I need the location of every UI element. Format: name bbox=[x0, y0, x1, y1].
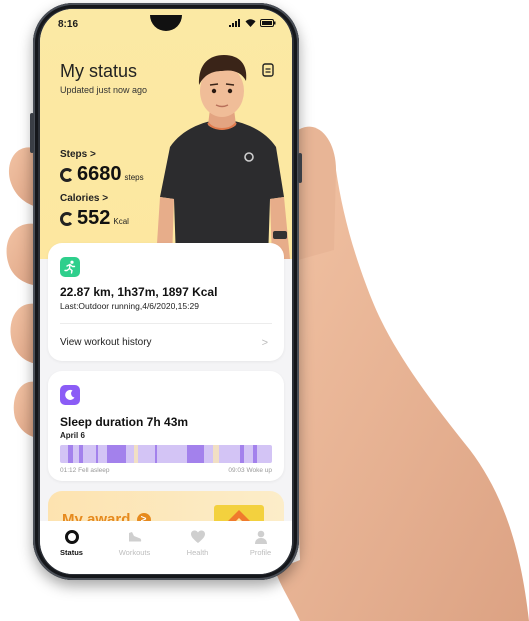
calories-unit: Kcal bbox=[113, 217, 129, 226]
steps-stat: 6680 steps bbox=[60, 163, 144, 186]
sleep-segment-light bbox=[157, 445, 188, 463]
volume-button bbox=[30, 113, 34, 153]
steps-unit: steps bbox=[124, 173, 144, 182]
calories-value: 552 bbox=[77, 207, 111, 229]
steps-ring-icon bbox=[60, 168, 74, 182]
page-title: My status bbox=[60, 61, 138, 81]
workout-card[interactable]: 22.87 km, 1h37m, 1897 Kcal Last:Outdoor … bbox=[48, 243, 284, 361]
sleep-segment-deep bbox=[106, 445, 126, 463]
heart-icon bbox=[190, 530, 205, 543]
sleep-segment-light bbox=[204, 445, 213, 463]
sleep-segment-deep bbox=[187, 445, 205, 463]
wifi-icon bbox=[245, 19, 256, 27]
workout-summary: 22.87 km, 1h37m, 1897 Kcal bbox=[60, 285, 218, 299]
person-icon bbox=[254, 530, 267, 544]
nav-profile-label: Profile bbox=[249, 548, 272, 557]
moon-icon bbox=[60, 385, 80, 405]
sleep-segment-light bbox=[218, 445, 241, 463]
battery-icon bbox=[260, 19, 276, 27]
sleep-start-time: 01:12 Fell asleep bbox=[60, 467, 110, 474]
sleep-date: April 6 bbox=[60, 431, 85, 440]
status-icons bbox=[229, 19, 276, 27]
steps-link[interactable]: Steps > bbox=[60, 149, 96, 160]
chevron-right-icon: > bbox=[261, 337, 268, 349]
sleep-segment-light bbox=[60, 445, 69, 463]
divider bbox=[60, 323, 272, 324]
status-header: My status Updated just now ago Steps > 6… bbox=[40, 9, 292, 259]
last-workout-text: Last:Outdoor running,4/6/2020,15:29 bbox=[60, 301, 199, 311]
sleep-segment-light bbox=[138, 445, 156, 463]
sleep-segment-light bbox=[244, 445, 253, 463]
sleep-card[interactable]: Sleep duration 7h 43m April 6 01:12 Fell… bbox=[48, 371, 284, 481]
clock: 8:16 bbox=[58, 19, 79, 30]
power-button bbox=[298, 153, 302, 183]
sleep-segment-light bbox=[83, 445, 97, 463]
nav-status[interactable]: Status bbox=[42, 529, 102, 574]
bottom-nav: Status Workouts Health Profile bbox=[40, 521, 292, 574]
camera-notch bbox=[150, 15, 182, 31]
sleep-stage-bar bbox=[60, 445, 272, 463]
sleep-end-time: 09:03 Woke up bbox=[228, 467, 272, 474]
nav-health-label: Health bbox=[186, 548, 209, 557]
screen: My status Updated just now ago Steps > 6… bbox=[40, 9, 292, 574]
nav-health[interactable]: Health bbox=[168, 529, 228, 574]
nav-profile[interactable]: Profile bbox=[231, 529, 291, 574]
steps-value: 6680 bbox=[77, 163, 122, 185]
calories-ring-icon bbox=[60, 212, 74, 226]
status-bar: 8:16 bbox=[40, 9, 292, 33]
sleep-segment-light bbox=[257, 445, 272, 463]
last-updated-text: Updated just now ago bbox=[60, 85, 148, 95]
sleep-segment-light bbox=[125, 445, 135, 463]
view-workout-history-link[interactable]: View workout history bbox=[60, 337, 152, 348]
calories-stat: 552 Kcal bbox=[60, 207, 129, 230]
phone-frame: My status Updated just now ago Steps > 6… bbox=[30, 3, 302, 580]
avatar-illustration bbox=[156, 55, 290, 259]
calories-link[interactable]: Calories > bbox=[60, 193, 108, 204]
sleep-segment-light bbox=[98, 445, 107, 463]
sleep-duration: Sleep duration 7h 43m bbox=[60, 415, 189, 429]
running-shoe-icon bbox=[128, 532, 141, 542]
signal-icon bbox=[229, 19, 240, 27]
nav-status-label: Status bbox=[60, 548, 83, 557]
running-icon bbox=[60, 257, 80, 277]
status-ring-icon bbox=[64, 530, 79, 544]
nav-workouts-label: Workouts bbox=[118, 548, 151, 557]
nav-workouts[interactable]: Workouts bbox=[105, 529, 165, 574]
